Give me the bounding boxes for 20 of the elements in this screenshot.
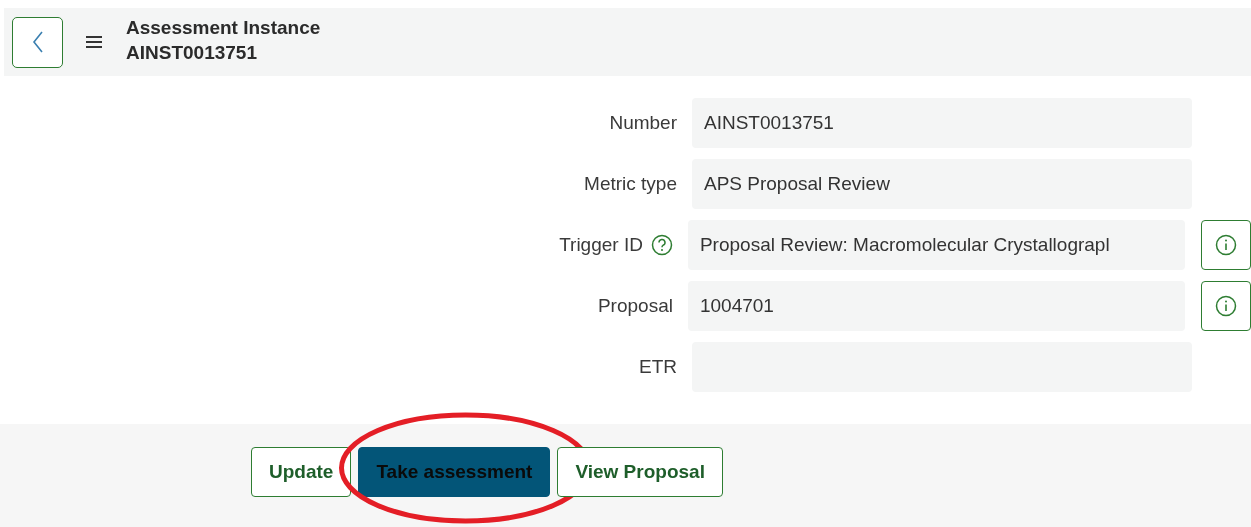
field-label: ETR xyxy=(639,356,677,378)
info-button[interactable] xyxy=(1201,220,1251,270)
read-only-field[interactable]: APS Proposal Review xyxy=(692,159,1192,209)
field-label: Number xyxy=(609,112,677,134)
read-only-field[interactable]: AINST0013751 xyxy=(692,98,1192,148)
field-label: Proposal xyxy=(597,295,673,317)
help-icon[interactable] xyxy=(650,234,673,256)
info-icon xyxy=(1215,295,1237,317)
field-label: Metric type xyxy=(584,173,677,195)
field-label: Trigger ID xyxy=(559,234,643,256)
read-only-field[interactable]: 1004701 xyxy=(687,281,1185,331)
info-button[interactable] xyxy=(1201,281,1251,331)
back-button[interactable] xyxy=(12,16,63,68)
action-button[interactable]: Update xyxy=(251,447,352,497)
info-icon xyxy=(1215,234,1237,256)
action-button[interactable]: View Proposal xyxy=(557,447,723,497)
record-number: AINST0013751 xyxy=(126,41,258,65)
menu-icon[interactable] xyxy=(85,35,103,49)
page-title: Assessment Instance xyxy=(126,16,321,40)
read-only-field[interactable]: Proposal Review: Macromolecular Crystallograpl xyxy=(687,220,1185,270)
